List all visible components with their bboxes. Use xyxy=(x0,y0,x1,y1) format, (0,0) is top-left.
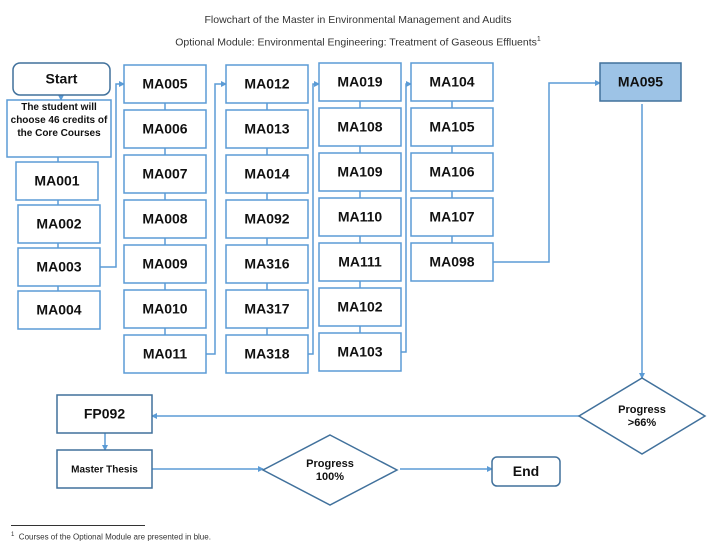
course-ma005-label: MA005 xyxy=(142,76,187,92)
course-ma005[interactable]: MA005 xyxy=(123,64,207,104)
flowchart: Start The student will choose 46 credits o… xyxy=(6,62,707,506)
course-ma006[interactable]: MA006 xyxy=(123,109,207,149)
course-ma013[interactable]: MA013 xyxy=(225,109,309,149)
course-ma102-label: MA102 xyxy=(337,299,382,315)
footnote-number: 1 xyxy=(11,532,15,538)
footnote: 1 Courses of the Optional Module are pre… xyxy=(11,532,211,542)
course-ma106[interactable]: MA106 xyxy=(410,152,494,192)
course-ma102[interactable]: MA102 xyxy=(318,287,402,327)
column-4-to-5-link xyxy=(401,81,412,353)
course-ma110[interactable]: MA110 xyxy=(318,197,402,237)
course-ma002-label: MA002 xyxy=(36,216,81,232)
course-ma105-label: MA105 xyxy=(429,119,474,135)
decision-progress-100-label-line: Progress xyxy=(306,458,354,470)
course-ma108[interactable]: MA108 xyxy=(318,107,402,147)
course-ma006-label: MA006 xyxy=(142,121,187,137)
course-ma014-label: MA014 xyxy=(244,166,289,182)
course-ma109[interactable]: MA109 xyxy=(318,152,402,192)
intro-node-label-line: the Core Courses xyxy=(17,128,101,139)
course-ma103-label: MA103 xyxy=(337,344,382,360)
course-ma318[interactable]: MA318 xyxy=(225,334,309,374)
course-ma111-label: MA111 xyxy=(338,254,382,270)
column-2-to-3-link xyxy=(206,81,227,355)
course-ma109-label: MA109 xyxy=(337,164,382,180)
course-ma104-label: MA104 xyxy=(429,74,474,90)
intro-node[interactable]: The student will choose 46 credits of the … xyxy=(6,99,112,158)
decision-progress-66-label-line: Progress xyxy=(618,404,666,416)
course-ma103[interactable]: MA103 xyxy=(318,332,402,372)
course-ma010[interactable]: MA010 xyxy=(123,289,207,329)
course-ma007-label: MA007 xyxy=(142,166,187,182)
fp092-node-label: FP092 xyxy=(84,406,125,422)
course-ma002[interactable]: MA002 xyxy=(17,204,101,244)
course-ma316-label: MA316 xyxy=(244,256,289,272)
course-ma010-label: MA010 xyxy=(142,301,187,317)
course-ma105[interactable]: MA105 xyxy=(410,107,494,147)
course-ma012-label: MA012 xyxy=(244,76,289,92)
course-ma317[interactable]: MA317 xyxy=(225,289,309,329)
course-ma012[interactable]: MA012 xyxy=(225,64,309,104)
master-thesis-node[interactable]: Master Thesis xyxy=(56,449,153,489)
decision-progress-100-label-line: 100% xyxy=(316,471,344,483)
course-ma107-label: MA107 xyxy=(429,209,474,225)
start-node-label: Start xyxy=(46,71,78,87)
course-ma011-label: MA011 xyxy=(143,346,188,362)
course-ma009[interactable]: MA009 xyxy=(123,244,207,284)
course-ma106-label: MA106 xyxy=(429,164,474,180)
course-ma110-label: MA110 xyxy=(338,209,383,225)
course-ma009-label: MA009 xyxy=(142,256,187,272)
course-ma001-label: MA001 xyxy=(34,173,79,189)
course-ma104[interactable]: MA104 xyxy=(410,62,494,102)
course-ma014[interactable]: MA014 xyxy=(225,154,309,194)
course-ma316[interactable]: MA316 xyxy=(225,244,309,284)
course-ma107[interactable]: MA107 xyxy=(410,197,494,237)
decision-progress-100[interactable]: Progress100% xyxy=(261,434,399,506)
start-node[interactable]: Start xyxy=(12,62,111,96)
course-ma092[interactable]: MA092 xyxy=(225,199,309,239)
course-ma317-label: MA317 xyxy=(244,301,289,317)
footnote-text: Courses of the Optional Module are prese… xyxy=(18,532,211,542)
course-ma108-label: MA108 xyxy=(337,119,382,135)
course-ma019-label: MA019 xyxy=(337,74,382,90)
course-ma095[interactable]: MA095 xyxy=(599,62,682,102)
course-ma019[interactable]: MA019 xyxy=(318,62,402,102)
course-ma008-label: MA008 xyxy=(142,211,187,227)
course-ma095-label: MA095 xyxy=(618,74,663,90)
course-ma098[interactable]: MA098 xyxy=(410,242,494,282)
course-ma013-label: MA013 xyxy=(244,121,289,137)
decision-progress-66[interactable]: Progress>66% xyxy=(577,377,707,455)
end-node-label: End xyxy=(513,463,539,479)
intro-node-label-line: choose 46 credits of xyxy=(11,115,108,126)
intro-node-label-line: The student will xyxy=(21,102,97,113)
course-ma003-label: MA003 xyxy=(36,259,81,275)
decision-progress-66-label-line: >66% xyxy=(628,417,657,429)
course-ma007[interactable]: MA007 xyxy=(123,154,207,194)
course-ma011[interactable]: MA011 xyxy=(123,334,207,374)
course-ma098-label: MA098 xyxy=(429,254,474,270)
master-thesis-node-label: Master Thesis xyxy=(71,465,138,476)
end-node[interactable]: End xyxy=(491,456,561,487)
course-ma004-label: MA004 xyxy=(36,302,81,318)
course-ma092-label: MA092 xyxy=(244,211,289,227)
course-ma001[interactable]: MA001 xyxy=(15,161,99,201)
footnote-divider xyxy=(11,525,145,526)
course-ma008[interactable]: MA008 xyxy=(123,199,207,239)
column-5-to-optional-link xyxy=(493,80,601,263)
course-ma003[interactable]: MA003 xyxy=(17,247,101,287)
course-ma318-label: MA318 xyxy=(244,346,289,362)
column-3-to-4-link xyxy=(308,81,320,355)
fp092-node[interactable]: FP092 xyxy=(56,394,153,434)
course-ma111[interactable]: MA111 xyxy=(318,242,402,282)
course-ma004[interactable]: MA004 xyxy=(17,290,101,330)
